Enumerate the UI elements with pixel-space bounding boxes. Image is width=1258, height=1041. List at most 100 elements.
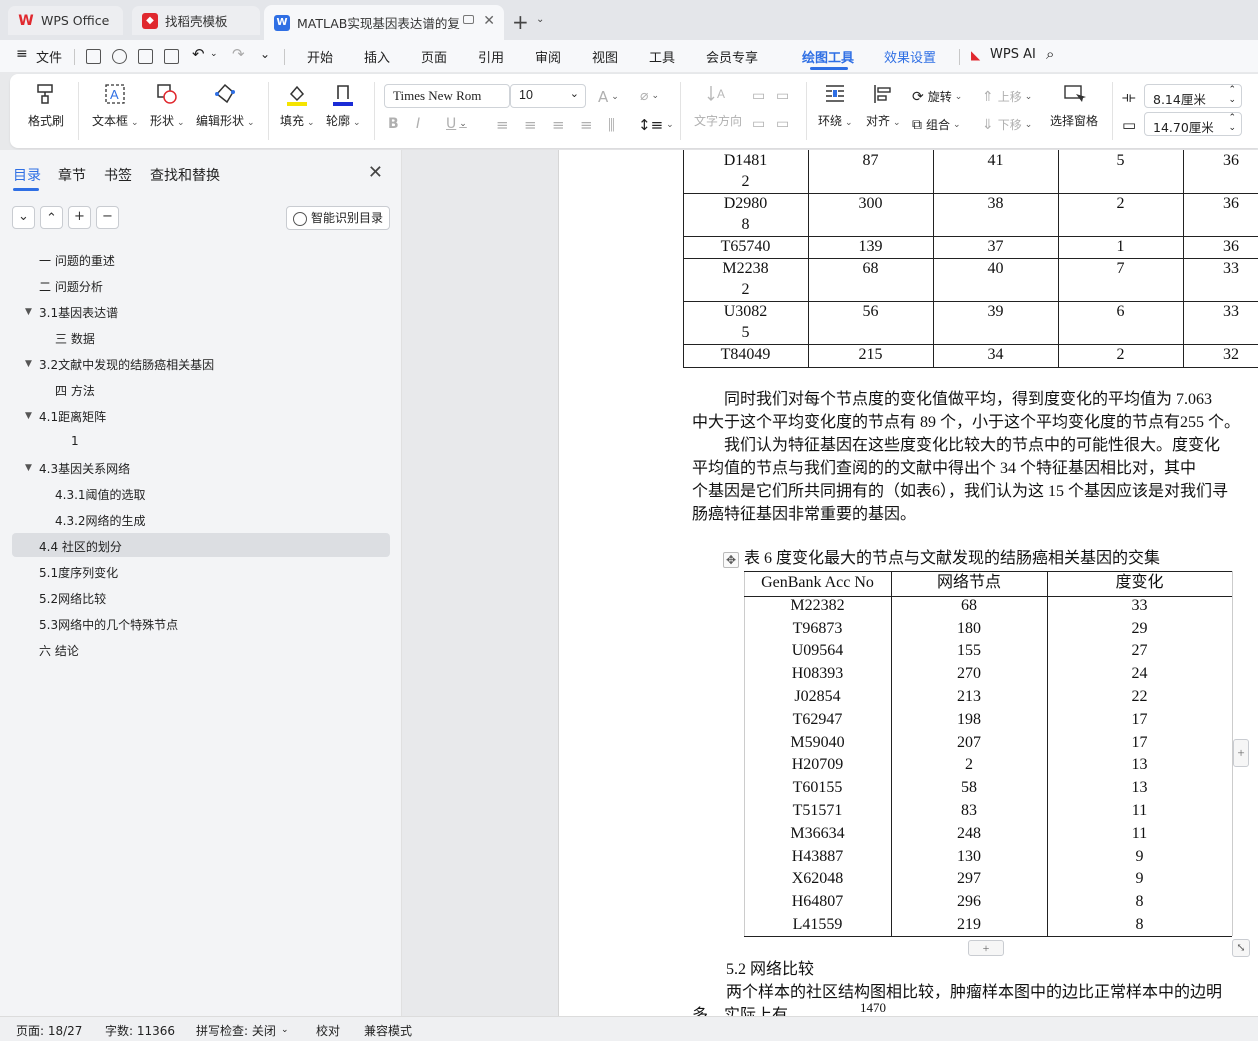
menu-wps-ai[interactable]: WPS AI xyxy=(990,47,1036,62)
table-cell[interactable]: T84049 xyxy=(683,344,808,365)
table-cell[interactable]: 36 xyxy=(1183,150,1258,171)
edit-shape-button[interactable]: 编辑形状 ⌄ xyxy=(196,82,255,129)
add-row-button[interactable]: + xyxy=(968,940,1004,956)
table6-cell[interactable]: 297 xyxy=(891,867,1047,890)
toc-item[interactable]: 4.1距离矩阵 xyxy=(39,408,106,425)
table-cell[interactable]: 37 xyxy=(933,236,1058,257)
export-icon[interactable] xyxy=(112,49,127,64)
table6-cell[interactable]: 33 xyxy=(1047,594,1232,617)
table6-cell[interactable]: M59040 xyxy=(744,731,891,754)
format-painter-button[interactable]: 格式刷 xyxy=(28,82,64,129)
table6-cell[interactable]: J02854 xyxy=(744,685,891,708)
table6-cell[interactable]: T96873 xyxy=(744,617,891,640)
table-cell[interactable]: 68 xyxy=(808,258,933,279)
expand-down-button[interactable]: ⌄ xyxy=(12,206,35,229)
table-cell[interactable]: 139 xyxy=(808,236,933,257)
toc-item[interactable]: 4.3.2网络的生成 xyxy=(55,512,146,529)
toc-item[interactable]: 四 方法 xyxy=(55,382,95,399)
shape-button[interactable]: 形状 ⌄ xyxy=(150,82,185,129)
close-tab-icon[interactable]: ✕ xyxy=(483,13,495,29)
hamburger-icon[interactable]: ≡ xyxy=(16,46,28,62)
table6-cell[interactable]: 270 xyxy=(891,662,1047,685)
rotate-button[interactable]: ⟳ 旋转 ⌄ xyxy=(912,88,962,105)
toc-item[interactable]: 3.2文献中发现的结肠癌相关基因 xyxy=(39,356,214,373)
table6-cell[interactable]: 8 xyxy=(1047,913,1232,936)
expand-triangle-icon[interactable]: ▼ xyxy=(25,411,32,421)
table-cell[interactable]: 56 xyxy=(808,301,933,322)
frame-icon[interactable]: ▭ xyxy=(752,88,765,104)
panel-tab-toc[interactable]: 目录 xyxy=(13,165,41,185)
close-panel-icon[interactable]: ✕ xyxy=(368,162,383,183)
bring-forward-button[interactable]: ⇑ 上移 ⌄ xyxy=(982,88,1032,105)
table-cell[interactable]: 300 xyxy=(808,193,933,214)
table6-header-cell[interactable]: GenBank Acc No xyxy=(744,571,891,594)
menu-start[interactable]: 开始 xyxy=(307,47,333,66)
italic-icon[interactable]: I xyxy=(416,116,420,132)
smart-toc-button[interactable]: 智能识别目录 xyxy=(286,206,390,230)
toc-item-selected[interactable]: 4.4 社区的划分 xyxy=(39,538,122,555)
toc-item[interactable]: 一 问题的重述 xyxy=(39,252,115,269)
line-spacing-icon[interactable]: ↕≡ ⌄ xyxy=(638,116,674,134)
table6-cell[interactable]: 11 xyxy=(1047,799,1232,822)
table6-cell[interactable]: 2 xyxy=(891,753,1047,776)
table-cell[interactable]: 215 xyxy=(808,344,933,365)
table6-cell[interactable]: H43887 xyxy=(744,845,891,868)
table6-cell[interactable]: 13 xyxy=(1047,776,1232,799)
table-move-handle-icon[interactable]: ✥ xyxy=(723,552,739,568)
table6-cell[interactable]: T51571 xyxy=(744,799,891,822)
menu-page[interactable]: 页面 xyxy=(421,47,447,66)
table6-cell[interactable]: 248 xyxy=(891,822,1047,845)
resize-table-icon[interactable]: ⤡ xyxy=(1232,939,1250,957)
table6-cell[interactable]: X62048 xyxy=(744,867,891,890)
align-button[interactable]: 对齐 ⌄ xyxy=(866,82,901,129)
group-button[interactable]: ⧉ 组合 ⌄ xyxy=(912,116,961,133)
page-indicator[interactable]: 页面: 18/27 xyxy=(16,1022,82,1039)
table6-cell[interactable]: 9 xyxy=(1047,845,1232,868)
toc-item[interactable]: 六 结论 xyxy=(39,642,79,659)
table6-cell[interactable]: 68 xyxy=(891,594,1047,617)
table-cell[interactable]: 33 xyxy=(1183,301,1258,322)
panel-tab-find-replace[interactable]: 查找和替换 xyxy=(150,165,220,185)
menu-drawing-tools[interactable]: 绘图工具 xyxy=(802,47,854,66)
spinner-arrows-icon[interactable]: ⌃ ⌄ xyxy=(1228,85,1236,105)
font-name-select[interactable]: Times New Rom xyxy=(384,84,510,108)
new-tab-icon[interactable]: + xyxy=(512,10,529,34)
table6-cell[interactable]: H08393 xyxy=(744,662,891,685)
table6-cell[interactable]: 17 xyxy=(1047,708,1232,731)
table6-cell[interactable]: U09564 xyxy=(744,639,891,662)
table-cell[interactable]: 32 xyxy=(1183,344,1258,365)
table6-cell[interactable]: 24 xyxy=(1047,662,1232,685)
tab-wps-office[interactable]: W WPS Office xyxy=(8,6,123,35)
table-cell[interactable]: D2980 8 xyxy=(683,193,808,235)
frame-icon[interactable]: ▭ xyxy=(776,116,789,132)
frame-icon[interactable]: ▭ xyxy=(752,116,765,132)
table6-cell[interactable]: 9 xyxy=(1047,867,1232,890)
highlight-icon[interactable]: ⌀ ⌄ xyxy=(640,88,659,104)
table6-cell[interactable]: M36634 xyxy=(744,822,891,845)
toc-item[interactable]: 4.3基因关系网络 xyxy=(39,460,130,477)
chevron-down-icon[interactable]: ⌄ xyxy=(210,49,218,59)
table6-cell[interactable]: 219 xyxy=(891,913,1047,936)
table6-cell[interactable]: 17 xyxy=(1047,731,1232,754)
table-cell[interactable]: 39 xyxy=(933,301,1058,322)
textbox-button[interactable]: A 文本框 ⌄ xyxy=(92,82,139,129)
toc-item[interactable]: 3.1基因表达谱 xyxy=(39,304,118,321)
panel-tab-bookmarks[interactable]: 书签 xyxy=(104,165,132,185)
table6-cell[interactable]: 29 xyxy=(1047,617,1232,640)
justify-icon[interactable]: ≡ xyxy=(580,116,593,134)
table6-cell[interactable]: 155 xyxy=(891,639,1047,662)
table6-cell[interactable]: 83 xyxy=(891,799,1047,822)
align-left-icon[interactable]: ≡ xyxy=(496,116,509,134)
table-cell[interactable]: 6 xyxy=(1058,301,1183,322)
spinner-arrows-icon[interactable]: ⌃ ⌄ xyxy=(1228,113,1236,133)
selection-pane-button[interactable]: 选择窗格 xyxy=(1050,82,1098,129)
table6-cell[interactable]: 13 xyxy=(1047,753,1232,776)
toc-item[interactable]: 二 问题分析 xyxy=(39,278,103,295)
tab-docer-templates[interactable]: ◆ 找稻壳模板 xyxy=(132,6,260,35)
table6-cell[interactable]: 27 xyxy=(1047,639,1232,662)
wrap-button[interactable]: 环绕 ⌄ xyxy=(818,82,853,129)
frame-icon[interactable]: ▭ xyxy=(776,88,789,104)
menu-effect-settings[interactable]: 效果设置 xyxy=(884,47,936,66)
bold-icon[interactable]: B xyxy=(388,116,399,132)
table-cell[interactable]: 1 xyxy=(1058,236,1183,257)
